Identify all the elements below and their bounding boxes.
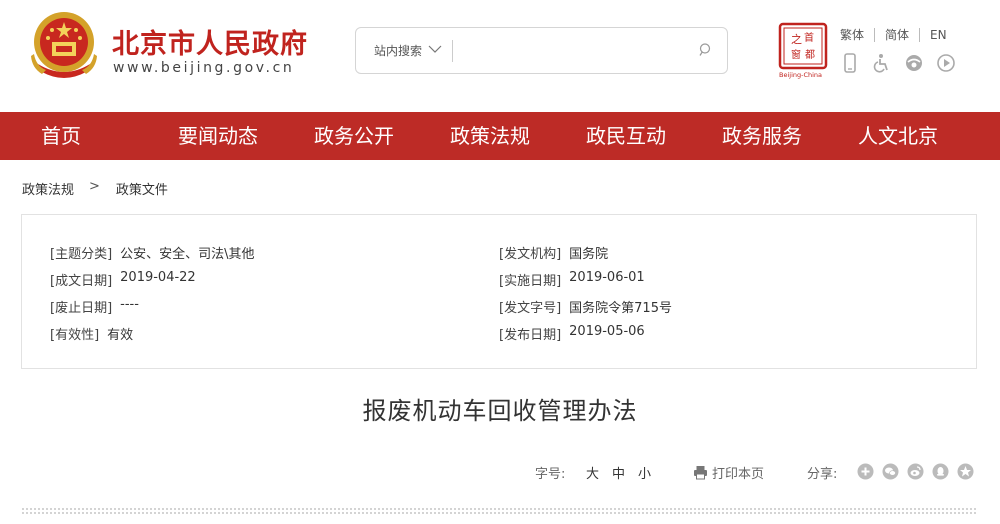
svg-text:Beijing-China: Beijing-China (779, 71, 822, 79)
article-title: 报废机动车回收管理办法 (362, 397, 638, 425)
accessibility-tools (840, 53, 956, 73)
svg-text:窗: 窗 (791, 48, 801, 61)
nav-item-culture[interactable]: 人文北京 (830, 112, 966, 160)
search-divider (452, 40, 453, 62)
elder-mode-icon[interactable] (904, 53, 924, 73)
share-label: 分享: (807, 467, 838, 482)
main-nav: 首页 要闻动态 政务公开 政策法规 政民互动 政务服务 人文北京 (0, 112, 1000, 160)
chevron-down-icon[interactable] (427, 41, 443, 57)
meta-label: [发文字号] (499, 301, 562, 316)
meta-label: [成文日期] (50, 274, 113, 289)
meta-value: 国务院 (569, 247, 609, 262)
qq-icon[interactable] (932, 463, 949, 480)
meta-label: [发布日期] (499, 328, 562, 343)
lang-traditional[interactable]: 繁体 (838, 26, 874, 43)
meta-label: [主题分类] (50, 247, 113, 262)
article-toolbar: 字号: 大 中 小 打印本页 分享: (0, 461, 1000, 483)
breadcrumb: 政策法规 > 政策文件 (22, 179, 168, 198)
search-scope-label[interactable]: 站内搜索 (374, 42, 422, 59)
meta-column-left: [主题分类] 公安、安全、司法\其他 [成文日期] 2019-04-22 [废止… (50, 243, 255, 351)
nav-item-home[interactable]: 首页 (0, 112, 150, 160)
meta-value: 2019-04-22 (120, 270, 196, 285)
capital-window-logo-icon[interactable]: 之 首 窗 都 Beijing-China (777, 22, 829, 80)
nav-item-open-government[interactable]: 政务公开 (286, 112, 422, 160)
meta-row-written-date: [成文日期] 2019-04-22 (50, 270, 255, 297)
wechat-icon[interactable] (882, 463, 899, 480)
meta-value: 有效 (107, 328, 134, 343)
nav-item-news[interactable]: 要闻动态 (150, 112, 286, 160)
share-icons (857, 463, 974, 480)
nav-item-interaction[interactable]: 政民互动 (558, 112, 694, 160)
meta-value: 2019-05-06 (569, 324, 645, 339)
search-input[interactable] (460, 36, 680, 66)
site-url[interactable]: www.beijing.gov.cn (113, 60, 294, 76)
meta-column-right: [发文机构] 国务院 [实施日期] 2019-06-01 [发文字号] 国务院令… (499, 243, 672, 351)
nav-item-policies[interactable]: 政策法规 (422, 112, 558, 160)
meta-value: ---- (120, 297, 139, 312)
national-emblem-icon[interactable] (26, 6, 102, 86)
svg-text:首: 首 (804, 31, 814, 44)
nav-item-services[interactable]: 政务服务 (694, 112, 830, 160)
meta-row-topic: [主题分类] 公安、安全、司法\其他 (50, 243, 255, 270)
mobile-icon[interactable] (840, 53, 860, 73)
font-size-small[interactable]: 小 (638, 463, 651, 482)
share-plus-icon[interactable] (857, 463, 874, 480)
font-size-label: 字号: (535, 467, 566, 482)
qzone-icon[interactable] (957, 463, 974, 480)
font-size-large[interactable]: 大 (586, 463, 599, 482)
search-box: 站内搜索 (355, 27, 728, 74)
font-size-medium[interactable]: 中 (612, 463, 625, 482)
meta-row-issuer: [发文机构] 国务院 (499, 243, 672, 270)
meta-row-effective-date: [实施日期] 2019-06-01 (499, 270, 672, 297)
site-title[interactable]: 北京市人民政府 (112, 22, 308, 61)
print-label: 打印本页 (712, 467, 765, 482)
meta-row-publish-date: [发布日期] 2019-05-06 (499, 324, 672, 351)
meta-row-repeal-date: [废止日期] ---- (50, 297, 255, 324)
meta-label: [发文机构] (499, 247, 562, 262)
language-switcher: 繁体 简体 EN (838, 26, 957, 43)
search-icon[interactable] (696, 41, 714, 59)
svg-text:之: 之 (791, 32, 802, 46)
meta-value: 2019-06-01 (569, 270, 645, 285)
lang-english[interactable]: EN (920, 28, 957, 42)
accessibility-icon[interactable] (872, 53, 892, 73)
breadcrumb-item-policies[interactable]: 政策法规 (22, 179, 74, 198)
svg-text:都: 都 (805, 49, 815, 61)
meta-value: 公安、安全、司法\其他 (120, 247, 255, 262)
meta-label: [有效性] (50, 328, 100, 343)
meta-row-document-number: [发文字号] 国务院令第715号 (499, 297, 672, 324)
breadcrumb-separator: > (89, 179, 100, 194)
site-header: 北京市人民政府 www.beijing.gov.cn 站内搜索 之 首 窗 都 … (0, 0, 1000, 112)
meta-label: [实施日期] (499, 274, 562, 289)
meta-row-validity: [有效性] 有效 (50, 324, 255, 351)
lang-simplified[interactable]: 简体 (875, 26, 919, 43)
meta-value: 国务院令第715号 (569, 301, 672, 316)
play-audio-icon[interactable] (936, 53, 956, 73)
content-divider (21, 507, 977, 515)
breadcrumb-item-documents[interactable]: 政策文件 (116, 179, 168, 198)
print-button[interactable]: 打印本页 (693, 463, 764, 482)
weibo-icon[interactable] (907, 463, 924, 480)
document-meta-box: [主题分类] 公安、安全、司法\其他 [成文日期] 2019-04-22 [废止… (21, 214, 977, 369)
meta-label: [废止日期] (50, 301, 113, 316)
printer-icon (694, 466, 707, 480)
